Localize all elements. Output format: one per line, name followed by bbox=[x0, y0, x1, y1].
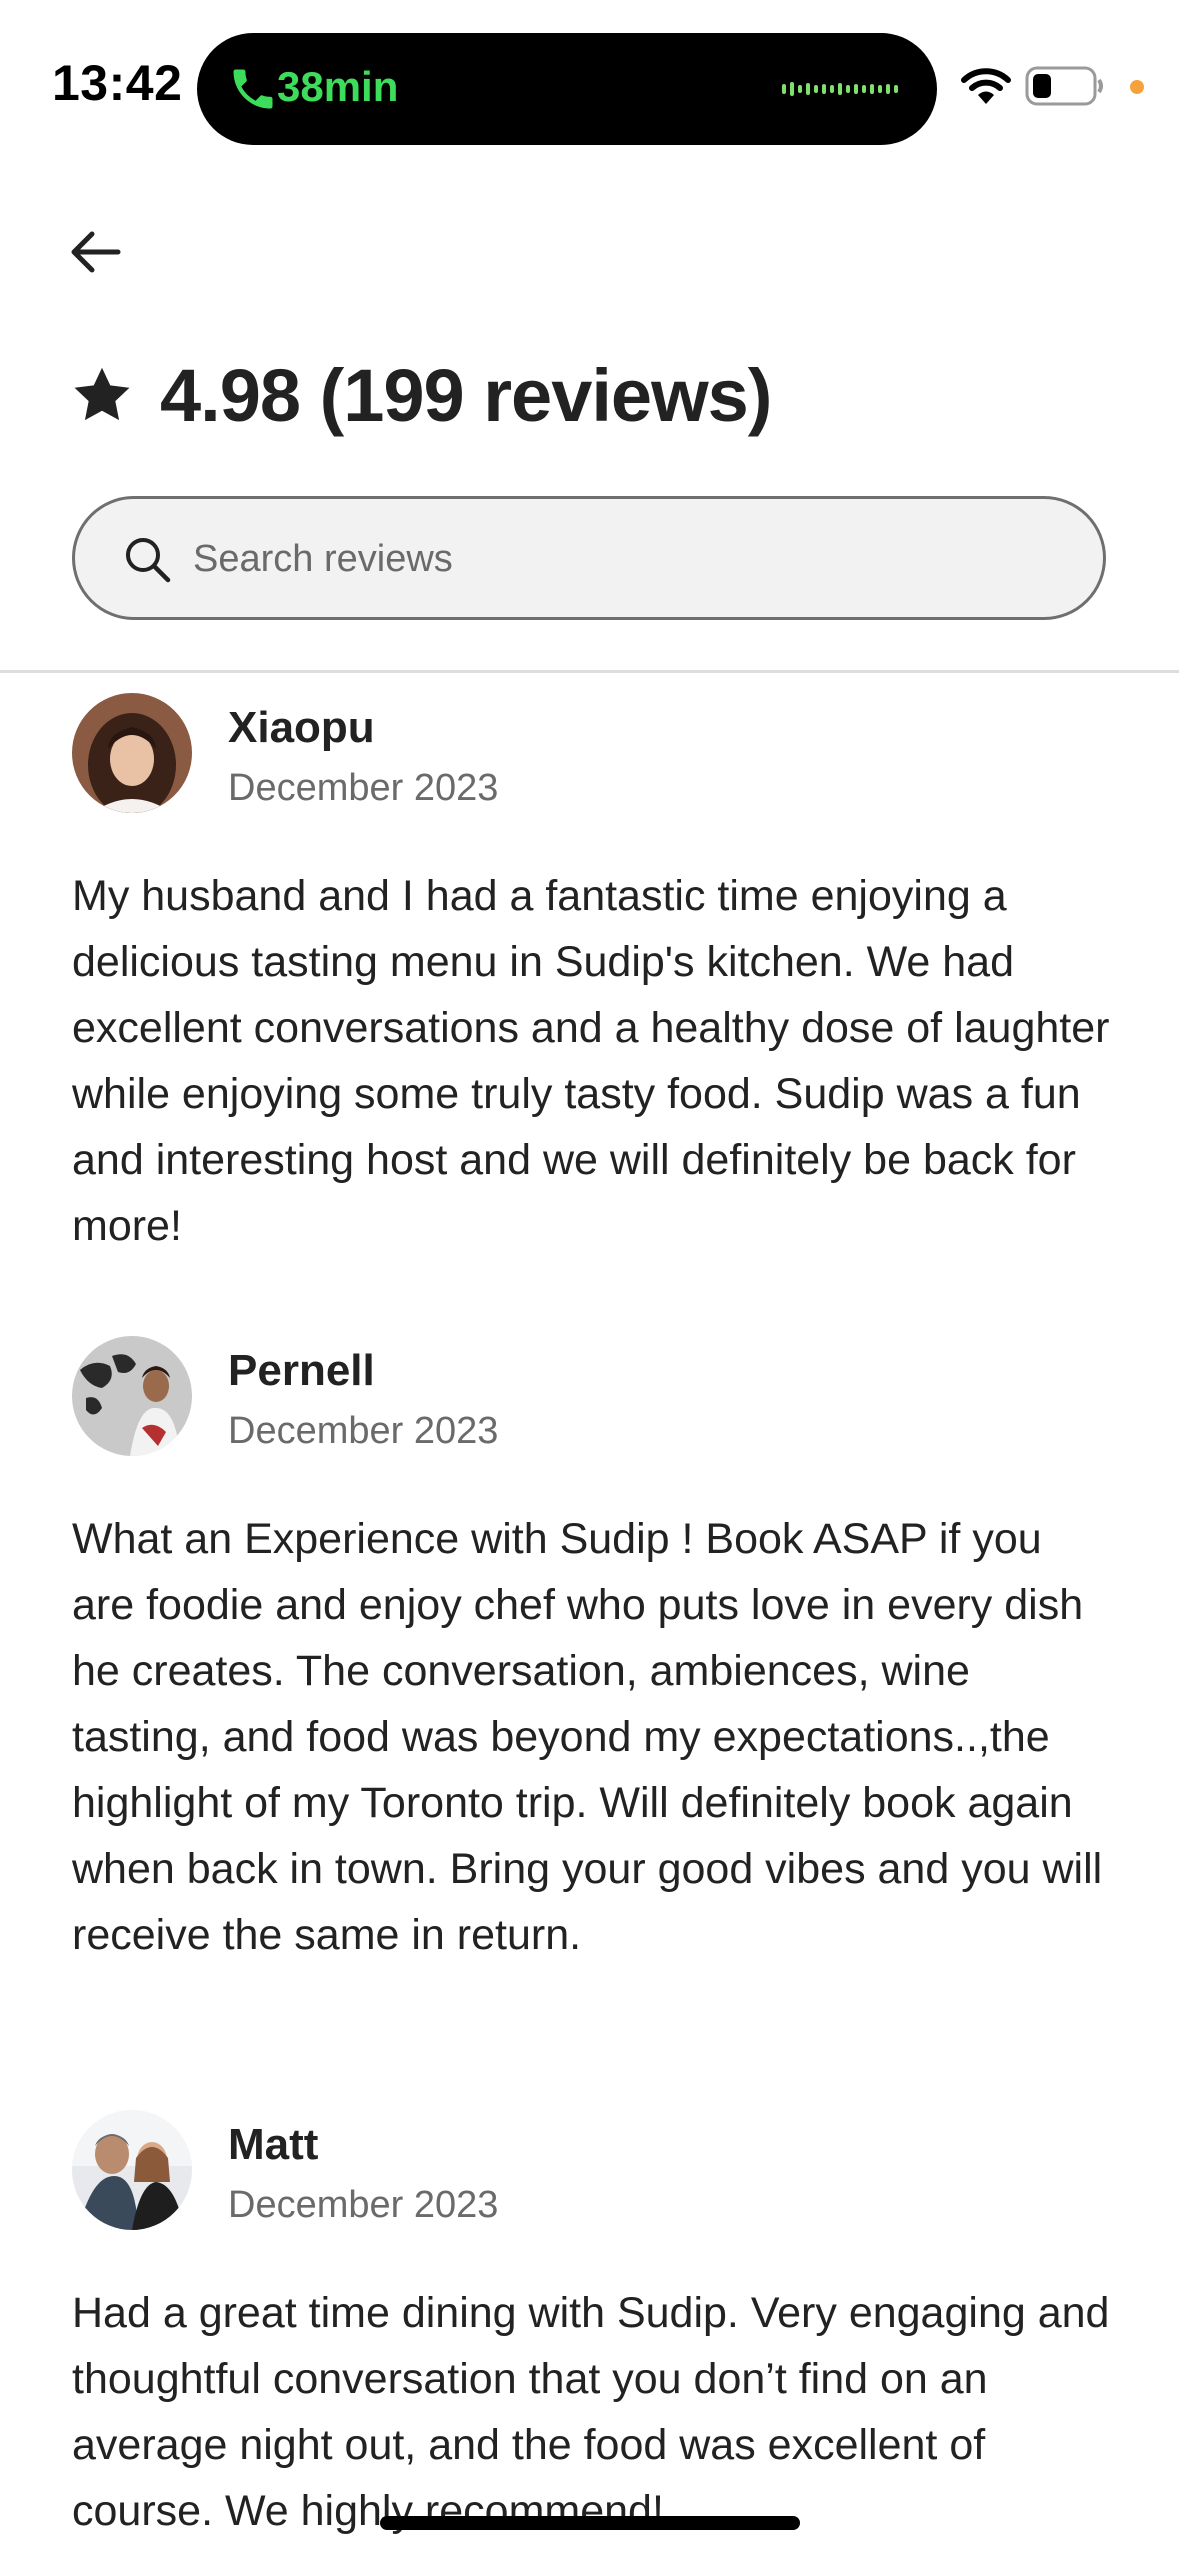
review-item: Matt December 2023 Had a great time dini… bbox=[72, 2110, 1112, 2556]
rating-title: 4.98 (199 reviews) bbox=[160, 353, 772, 437]
review-date: December 2023 bbox=[228, 767, 499, 809]
phone-icon bbox=[233, 69, 273, 109]
review-date: December 2023 bbox=[228, 1410, 499, 1452]
avatar[interactable] bbox=[72, 2110, 192, 2230]
status-time: 13:42 bbox=[52, 55, 183, 111]
avatar[interactable] bbox=[72, 1336, 192, 1456]
review-text: My husband and I had a fantastic time en… bbox=[72, 872, 1110, 1250]
search-input[interactable] bbox=[193, 527, 1053, 591]
reviews-screen: 13:42 38min 4.98 (199 reviews) Search re… bbox=[0, 0, 1179, 2556]
review-date: December 2023 bbox=[228, 2184, 499, 2226]
reviewer-name: Pernell bbox=[228, 1346, 375, 1395]
avatar[interactable] bbox=[72, 693, 192, 813]
wifi-icon bbox=[961, 68, 1011, 104]
back-button[interactable] bbox=[66, 222, 126, 282]
search-icon bbox=[126, 538, 171, 583]
divider bbox=[0, 670, 1179, 673]
status-bar: 13:42 38min bbox=[0, 0, 1179, 150]
call-duration: 38min bbox=[277, 63, 399, 110]
review-text: What an Experience with Sudip ! Book ASA… bbox=[72, 1515, 1103, 1959]
dynamic-island-call[interactable]: 38min bbox=[197, 33, 937, 145]
rating-summary: 4.98 (199 reviews) bbox=[70, 350, 772, 440]
home-indicator[interactable] bbox=[380, 2516, 800, 2530]
reviewer-name: Xiaopu bbox=[228, 703, 375, 752]
star-icon bbox=[74, 367, 130, 421]
review-item: Pernell December 2023 What an Experience… bbox=[72, 1336, 1112, 2036]
audio-waveform-icon bbox=[782, 82, 898, 96]
privacy-indicator-dot bbox=[1130, 80, 1144, 94]
reviewer-name: Matt bbox=[228, 2120, 319, 2169]
review-item: Xiaopu December 2023 My husband and I ha… bbox=[72, 693, 1112, 1253]
search-bar[interactable] bbox=[72, 496, 1106, 620]
battery-icon bbox=[1025, 66, 1103, 106]
review-text: Had a great time dining with Sudip. Very… bbox=[72, 2289, 1110, 2535]
